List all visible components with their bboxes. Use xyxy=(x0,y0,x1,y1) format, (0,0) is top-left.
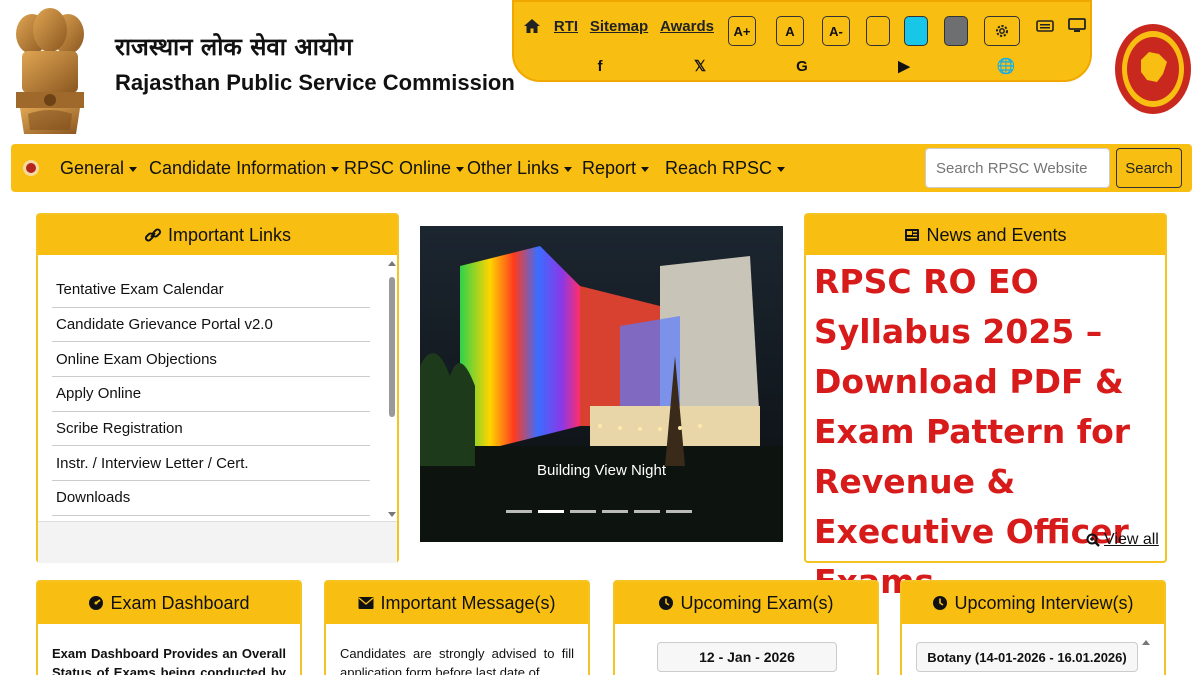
upcoming-interview-item[interactable]: Botany (14-01-2026 - 16.01.2026) xyxy=(916,642,1138,672)
nav-rpsc-online[interactable]: RPSC Online xyxy=(344,158,465,179)
scroll-down-icon[interactable] xyxy=(388,512,396,517)
search-button[interactable]: Search xyxy=(1116,148,1182,188)
accessibility-toolbar: RTI Sitemap Awards A+ A A- f 𝕏 G ▶ 🌐 xyxy=(512,0,1092,82)
news-events-header: News and Events xyxy=(806,215,1165,255)
chevron-down-icon xyxy=(564,166,573,172)
important-message-panel: Important Message(s) Candidates are stro… xyxy=(324,580,590,675)
upcoming-interviews-panel: Upcoming Interview(s) Botany (14-01-2026… xyxy=(900,580,1166,675)
clock-icon xyxy=(659,596,674,610)
view-all-link[interactable]: View all xyxy=(1086,531,1159,549)
theme-yellow-button[interactable] xyxy=(866,16,890,46)
font-normal-button[interactable]: A xyxy=(776,16,804,46)
exam-dashboard-header: Exam Dashboard xyxy=(38,582,300,624)
important-message-title: Important Message(s) xyxy=(380,592,556,613)
ashoka-emblem-icon xyxy=(16,8,84,134)
important-links-panel: Important Links Tentative Exam Calendar … xyxy=(36,213,399,563)
important-links-title: Important Links xyxy=(167,224,292,245)
exam-dashboard-text: Exam Dashboard Provides an Overall Statu… xyxy=(52,646,286,675)
carousel-dot-active[interactable] xyxy=(538,510,564,513)
link-online-exam-objections[interactable]: Online Exam Objections xyxy=(52,342,370,378)
search-input[interactable] xyxy=(925,148,1110,188)
scroll-thumb[interactable] xyxy=(389,277,395,417)
page: { "header": { "title_hindi": "राजस्थान ल… xyxy=(0,0,1200,675)
chevron-down-icon xyxy=(641,166,650,172)
link-icon xyxy=(144,228,162,242)
link-interview-letter[interactable]: Instr. / Interview Letter / Cert. xyxy=(52,446,370,482)
upcoming-exam-date[interactable]: 12 - Jan - 2026 xyxy=(657,642,837,672)
facebook-icon[interactable]: f xyxy=(590,56,610,76)
carousel-dot[interactable] xyxy=(570,510,596,513)
links-scrollbar[interactable] xyxy=(387,261,397,517)
important-links-header: Important Links xyxy=(38,215,397,255)
building-night-image xyxy=(420,226,783,542)
font-decrease-button[interactable]: A- xyxy=(822,16,850,46)
newspaper-icon xyxy=(905,229,920,241)
settings-icon[interactable] xyxy=(984,16,1020,46)
dashboard-icon xyxy=(89,596,104,610)
carousel-dot[interactable] xyxy=(634,510,660,513)
nav-general[interactable]: General xyxy=(60,158,138,179)
search-plus-icon xyxy=(1086,533,1100,547)
link-tentative-exam-calendar[interactable]: Tentative Exam Calendar xyxy=(52,273,370,308)
scroll-up-icon[interactable] xyxy=(388,261,396,266)
scroll-up-icon[interactable] xyxy=(1142,640,1150,645)
carousel-dot[interactable] xyxy=(602,510,628,513)
youtube-icon[interactable]: ▶ xyxy=(894,56,914,76)
nav-other-links[interactable]: Other Links xyxy=(467,158,573,179)
link-apply-online[interactable]: Apply Online xyxy=(52,377,370,412)
important-links-list: Tentative Exam Calendar Candidate Grieva… xyxy=(52,273,370,516)
exam-dashboard-title: Exam Dashboard xyxy=(110,592,250,613)
chevron-down-icon xyxy=(331,166,340,172)
rti-link[interactable]: RTI xyxy=(552,8,580,44)
upcoming-exams-panel: Upcoming Exam(s) 12 - Jan - 2026 xyxy=(613,580,879,675)
exam-dashboard-panel: Exam Dashboard Exam Dashboard Provides a… xyxy=(36,580,302,675)
clock-icon xyxy=(933,596,948,610)
home-logo-icon[interactable] xyxy=(23,160,39,176)
envelope-icon xyxy=(358,597,374,609)
home-icon[interactable] xyxy=(520,8,544,44)
font-increase-button[interactable]: A+ xyxy=(728,16,756,46)
upcoming-exams-header: Upcoming Exam(s) xyxy=(615,582,877,624)
site-title-english: Rajasthan Public Service Commission xyxy=(115,70,515,95)
theme-cyan-button[interactable] xyxy=(904,16,928,46)
site-title-hindi: राजस्थान लोक सेवा आयोग xyxy=(115,33,353,61)
carousel-dot[interactable] xyxy=(506,510,532,513)
news-events-panel: News and Events RPSC RO EO Syllabus 2025… xyxy=(804,213,1167,601)
keyboard-icon[interactable] xyxy=(1034,8,1056,44)
upcoming-interviews-title: Upcoming Interview(s) xyxy=(954,592,1134,613)
carousel-dot[interactable] xyxy=(666,510,692,513)
link-downloads[interactable]: Downloads xyxy=(52,481,370,516)
chevron-down-icon xyxy=(129,166,138,172)
globe-icon[interactable]: 🌐 xyxy=(996,56,1016,76)
upcoming-interviews-header: Upcoming Interview(s) xyxy=(902,582,1164,624)
desktop-icon[interactable] xyxy=(1066,8,1088,44)
link-candidate-grievance-portal[interactable]: Candidate Grievance Portal v2.0 xyxy=(52,308,370,343)
news-headline[interactable]: RPSC RO EO Syllabus 2025 – Download PDF … xyxy=(814,257,1174,607)
upcoming-exams-title: Upcoming Exam(s) xyxy=(680,592,834,613)
nav-candidate-information[interactable]: Candidate Information xyxy=(149,158,340,179)
link-scribe-registration[interactable]: Scribe Registration xyxy=(52,412,370,447)
rpsc-seal-icon xyxy=(1115,24,1191,114)
google-icon[interactable]: G xyxy=(792,56,812,76)
important-message-header: Important Message(s) xyxy=(326,582,588,624)
building-carousel[interactable]: Building View Night xyxy=(420,226,783,542)
carousel-caption: Building View Night xyxy=(537,462,666,479)
chevron-down-icon xyxy=(777,166,786,172)
important-links-footer xyxy=(38,521,397,563)
news-events-title: News and Events xyxy=(926,224,1067,245)
theme-gray-button[interactable] xyxy=(944,16,968,46)
x-icon[interactable]: 𝕏 xyxy=(690,56,710,76)
nav-report[interactable]: Report xyxy=(582,158,650,179)
nav-reach-rpsc[interactable]: Reach RPSC xyxy=(665,158,786,179)
sitemap-link[interactable]: Sitemap xyxy=(590,8,648,44)
important-message-text: Candidates are strongly advised to fill … xyxy=(340,646,574,675)
awards-link[interactable]: Awards xyxy=(660,8,714,44)
chevron-down-icon xyxy=(456,166,465,172)
